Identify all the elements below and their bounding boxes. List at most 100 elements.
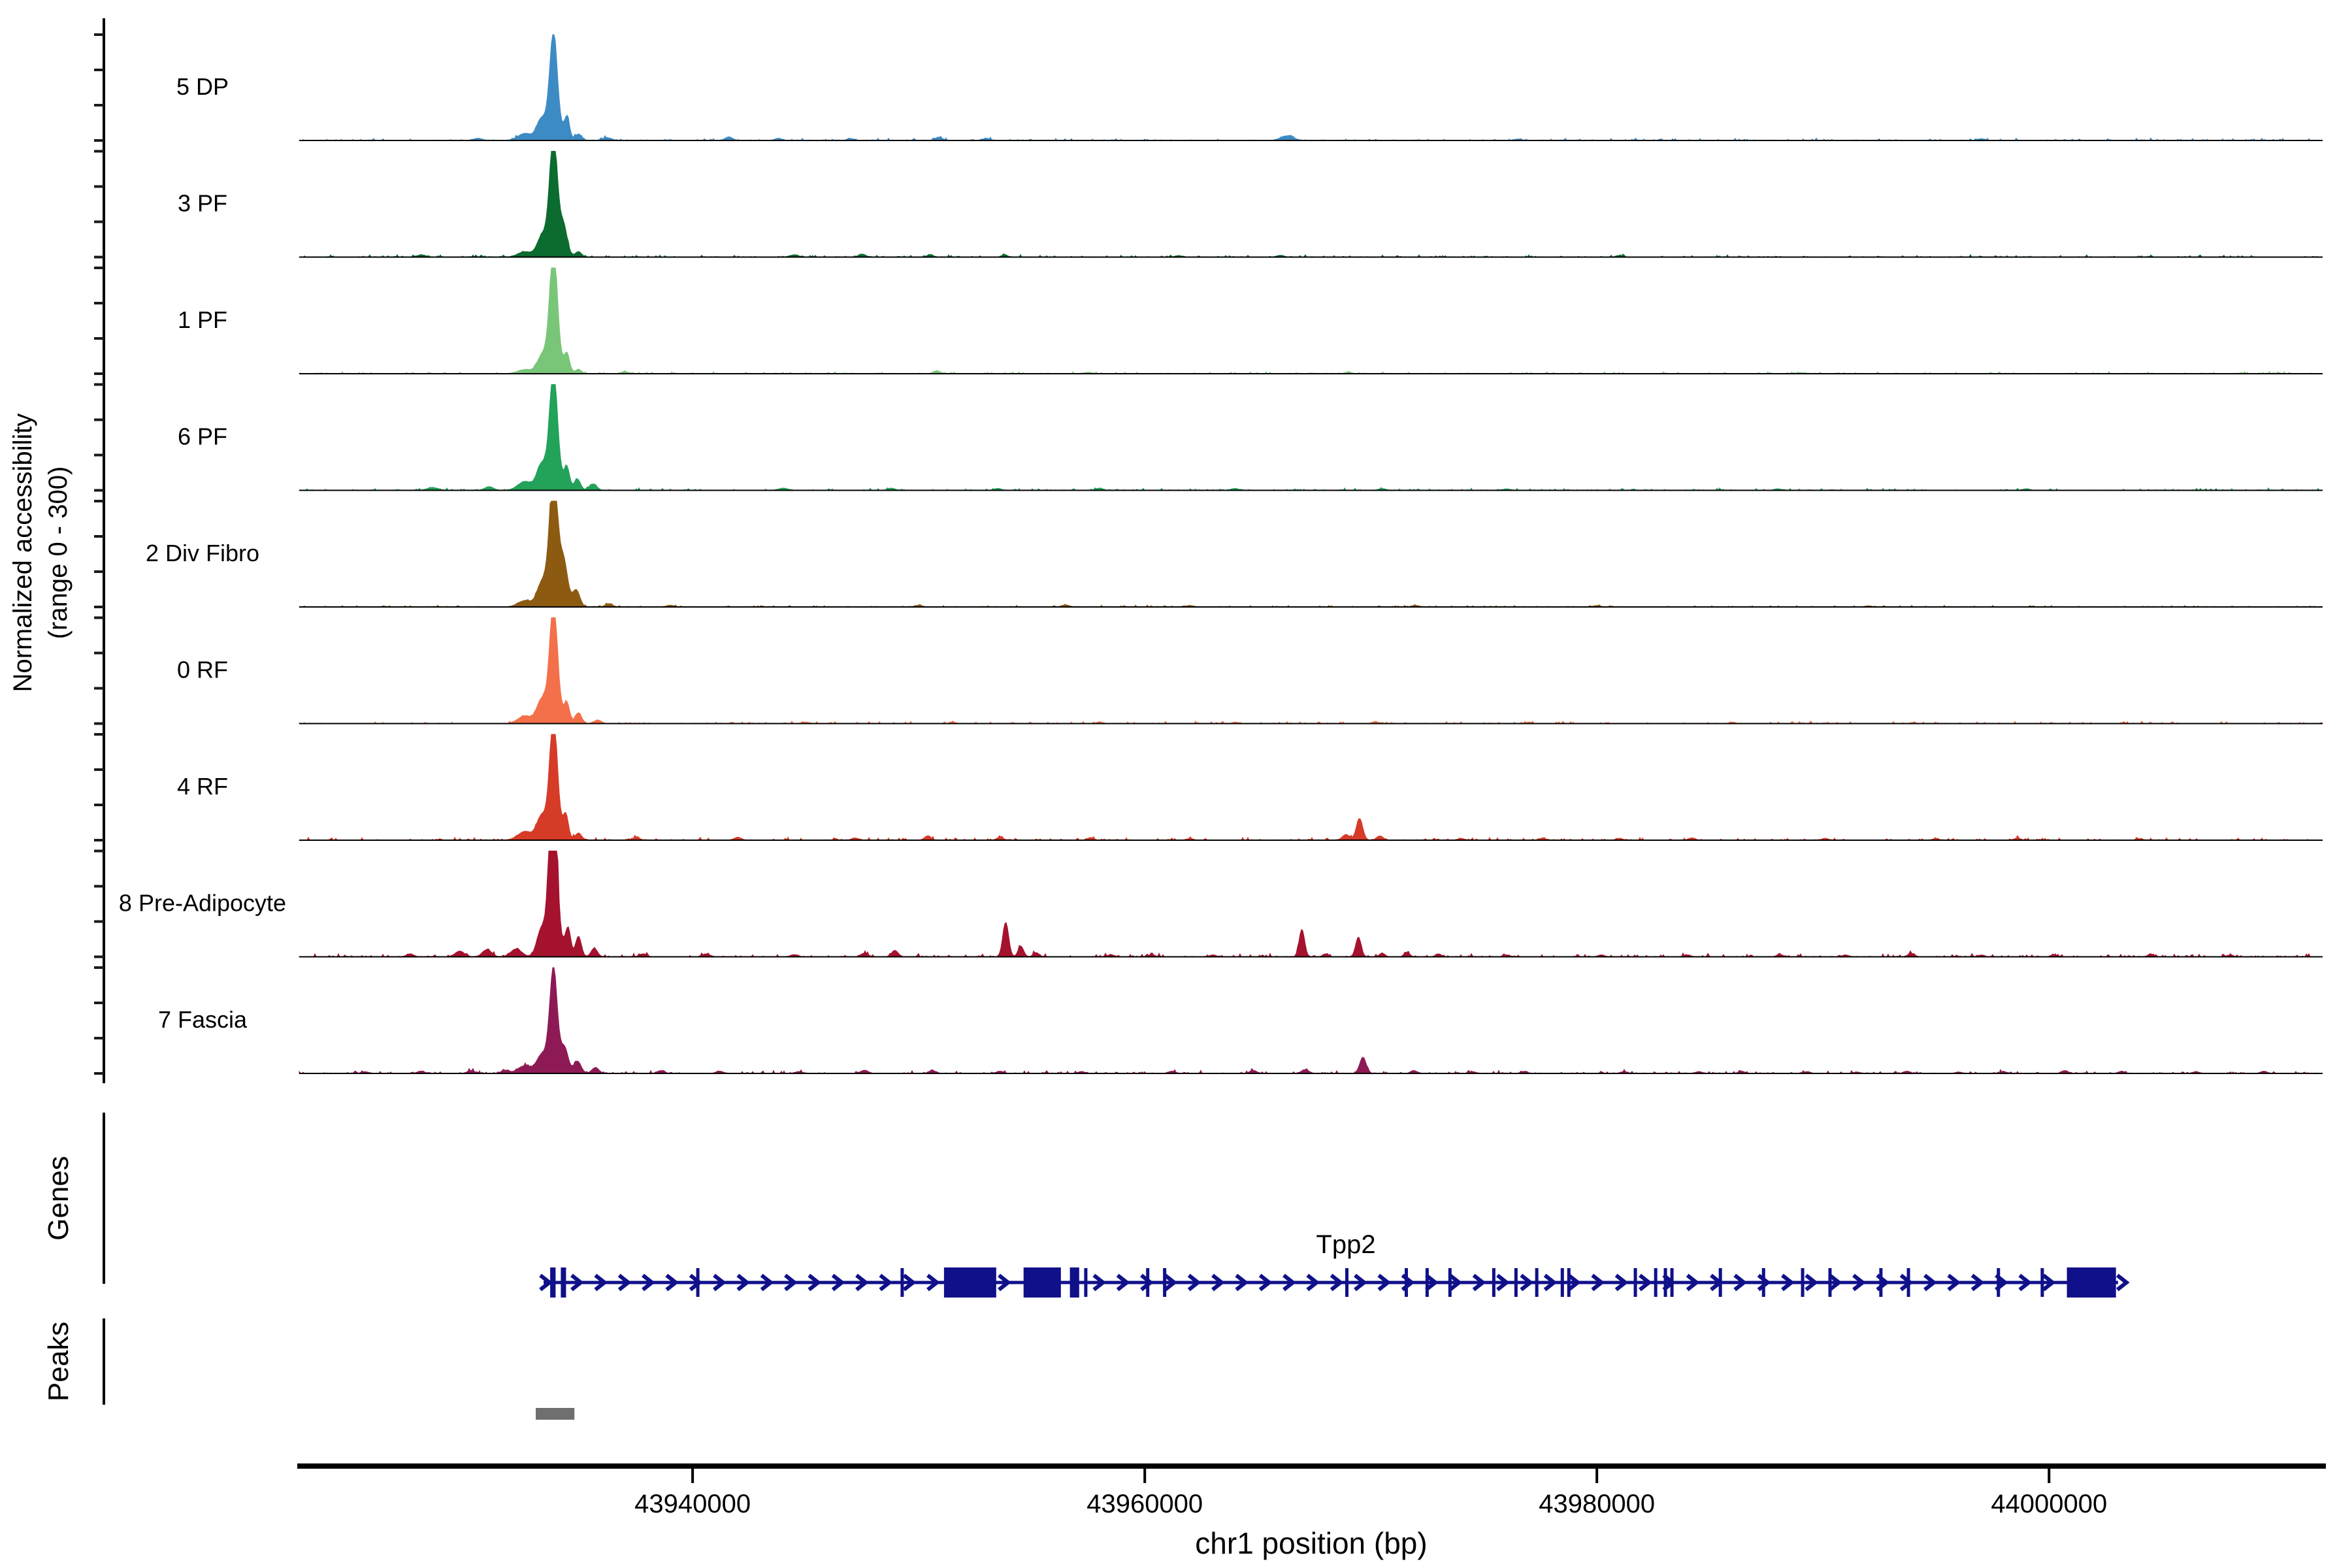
y-axis-tick [94,384,104,386]
y-axis-tick [94,186,104,188]
coverage-area-3-pf [299,152,2323,257]
exon-box [944,1267,996,1298]
exon-box [561,1267,566,1298]
x-axis-tick [2048,1469,2050,1483]
y-axis-tick [94,33,104,36]
track-label-3-pf: 3 PF [178,190,227,217]
exon-tick [1801,1268,1805,1297]
exon-tick [1345,1268,1348,1297]
x-axis-tick-label: 43940000 [634,1490,751,1518]
y-axis-tick [94,500,104,502]
y-axis-tick [94,966,104,969]
track-label-0-rf: 0 RF [177,657,228,683]
strand-arrow-icon [2117,1275,2127,1290]
track-label-4-rf: 4 RF [177,773,228,800]
track-label-1-pf: 1 PF [178,306,227,333]
exon-box [1024,1267,1061,1298]
peaks-section-axis-line [103,1318,105,1405]
y-axis-tick [94,267,104,269]
exon-tick [1561,1268,1564,1297]
y-axis-tick [94,1072,104,1075]
exon-tick [1146,1268,1149,1297]
y-axis-tick [94,839,104,841]
exon-box [2067,1267,2116,1298]
genes-section-label: Genes [42,1156,74,1241]
y-axis-tick [94,850,104,853]
track-label-5-dp: 5 DP [176,73,229,100]
coverage-area-0-rf [299,618,2323,724]
exon-tick [1829,1268,1832,1297]
y-axis-tick [94,419,104,421]
exon-tick [1634,1268,1637,1297]
track-baseline [299,490,2323,491]
y-axis-title-line1: Normalized accessibility [8,414,37,693]
coverage-area-7-fascia [299,968,2323,1073]
track-baseline [299,723,2323,725]
coverage-area-2-div-fibro [299,501,2323,607]
y-axis-tick [94,489,104,492]
track-baseline [299,1073,2323,1074]
y-axis-title-line2: (range 0 - 300) [44,466,73,640]
y-axis-tick [94,150,104,153]
y-axis-tick [94,535,104,538]
y-axis-tick [94,139,104,142]
y-axis-tick [94,454,104,457]
x-axis-tick-label: 43960000 [1086,1490,1203,1518]
exon-tick [1671,1268,1674,1297]
y-axis-tick [94,687,104,690]
track-baseline [299,373,2323,374]
track-baseline [299,840,2323,841]
coverage-plot-figure: Normalized accessibility (range 0 - 300)… [0,0,2352,1568]
y-axis-tick [94,617,104,619]
y-axis-tick [94,221,104,223]
track-baseline [299,140,2323,141]
y-axis-tick [94,921,104,923]
tracks-plot: Normalized accessibility (range 0 - 300)… [0,0,2352,1568]
exon-tick [1426,1268,1429,1297]
exon-tick [1654,1268,1658,1297]
y-axis-tick [94,606,104,608]
y-axis-tick [94,1037,104,1039]
y-axis-tick [94,104,104,106]
x-axis-title: chr1 position (bp) [1195,1526,1427,1560]
track-label-7-fascia: 7 Fascia [158,1006,248,1033]
y-axis-tick [94,956,104,958]
y-axis-tick [94,768,104,771]
exon-tick [2040,1268,2044,1297]
y-axis-tick [94,69,104,71]
track-baseline [299,606,2323,608]
track-baseline [299,257,2323,258]
y-axis-tick [94,302,104,304]
x-axis-tick-label: 44000000 [1991,1490,2107,1518]
exon-tick [1492,1268,1495,1297]
y-axis-tick [94,372,104,375]
y-axis-tick [94,733,104,736]
track-baseline [299,956,2323,958]
exon-tick [696,1268,700,1297]
genes-section-axis-line [103,1113,105,1284]
exon-tick [1084,1268,1087,1297]
exon-box [550,1267,555,1298]
exon-tick [1448,1268,1452,1297]
x-axis-tick-label: 43980000 [1539,1490,1655,1518]
coverage-area-1-pf [299,268,2323,374]
y-axis-tick [94,885,104,888]
y-axis-tick [94,337,104,340]
y-axis-line [103,18,105,1083]
y-axis-tick [94,570,104,573]
exon-tick [1997,1268,2000,1297]
exon-tick [1719,1268,1722,1297]
exon-tick [1762,1268,1765,1297]
y-axis-tick [94,256,104,259]
exon-tick [1879,1268,1882,1297]
exon-tick [900,1268,904,1297]
exon-tick [1535,1268,1539,1297]
track-label-6-pf: 6 PF [178,423,227,450]
y-axis-tick [94,804,104,806]
exon-tick [1664,1268,1667,1297]
peaks-section-label: Peaks [42,1322,74,1401]
exon-box [1070,1267,1079,1298]
exon-tick [1514,1268,1518,1297]
exon-tick [1163,1268,1166,1297]
x-axis-tick [691,1469,694,1483]
